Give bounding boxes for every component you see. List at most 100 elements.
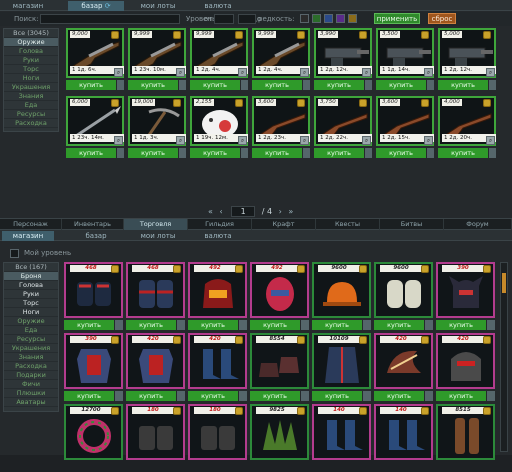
- nav-1[interactable]: Инвентарь: [62, 219, 124, 230]
- category-item[interactable]: Голова: [4, 47, 58, 56]
- magnifier-icon[interactable]: ⌕: [238, 136, 247, 145]
- item-image[interactable]: 10109: [312, 333, 371, 389]
- item-image[interactable]: 9,999 1 23ч. 10м. ⌕: [128, 28, 186, 78]
- magnifier-icon[interactable]: ⌕: [300, 136, 309, 145]
- nav-6[interactable]: Битвы: [380, 219, 444, 230]
- buy-options-button[interactable]: [489, 80, 496, 90]
- buy-button[interactable]: купить: [438, 148, 488, 158]
- item-image[interactable]: 180: [126, 404, 185, 460]
- buy-options-button[interactable]: [363, 320, 371, 330]
- buy-button[interactable]: купить: [314, 80, 364, 90]
- prev-page-icon[interactable]: ‹: [219, 207, 222, 216]
- item-image[interactable]: 390: [436, 262, 495, 318]
- search-input[interactable]: [40, 14, 180, 24]
- refresh-icon[interactable]: ⟳: [105, 2, 111, 10]
- buy-button[interactable]: купить: [66, 148, 116, 158]
- magnifier-icon[interactable]: ⌕: [362, 136, 371, 145]
- magnifier-icon[interactable]: ⌕: [424, 68, 433, 77]
- category-item[interactable]: Украшения: [4, 83, 58, 92]
- first-page-icon[interactable]: «: [208, 207, 213, 216]
- buy-options-button[interactable]: [425, 391, 433, 401]
- buy-options-button[interactable]: [117, 80, 124, 90]
- rarity-rare-swatch[interactable]: [324, 14, 333, 23]
- tab-bazaar[interactable]: базар ⟳: [68, 1, 124, 11]
- magnifier-icon[interactable]: ⌕: [114, 136, 123, 145]
- buy-options-button[interactable]: [487, 391, 495, 401]
- item-image[interactable]: 2,155 1 19ч. 12м. ⌕: [190, 96, 248, 146]
- buy-button[interactable]: купить: [64, 391, 114, 401]
- category-item[interactable]: Подарки: [4, 371, 58, 380]
- category-item[interactable]: Все (167): [4, 263, 58, 272]
- magnifier-icon[interactable]: ⌕: [300, 68, 309, 77]
- buy-button[interactable]: купить: [252, 148, 302, 158]
- level-from-input[interactable]: [214, 14, 234, 24]
- buy-button[interactable]: купить: [128, 148, 178, 158]
- category-item[interactable]: Броня: [4, 272, 58, 281]
- item-image[interactable]: 8554: [250, 333, 309, 389]
- category-item[interactable]: Ресурсы: [4, 110, 58, 119]
- buy-options-button[interactable]: [179, 80, 186, 90]
- item-image[interactable]: 3,500 1 1д. 14ч. ⌕: [376, 28, 434, 78]
- category-item[interactable]: Оружие: [4, 38, 58, 47]
- next-page-icon[interactable]: ›: [279, 207, 282, 216]
- category-item[interactable]: Торс: [4, 65, 58, 74]
- category-item[interactable]: Расходка: [4, 119, 58, 128]
- buy-button[interactable]: купить: [312, 391, 362, 401]
- rarity-legendary-swatch[interactable]: [348, 14, 357, 23]
- buy-options-button[interactable]: [241, 148, 248, 158]
- buy-options-button[interactable]: [179, 148, 186, 158]
- reset-button[interactable]: сброс: [428, 13, 456, 24]
- buy-options-button[interactable]: [363, 391, 371, 401]
- category-item[interactable]: Оружие: [4, 317, 58, 326]
- item-image[interactable]: 3,750 1 2д. 22ч. ⌕: [314, 96, 372, 146]
- item-image[interactable]: 420: [188, 333, 247, 389]
- buy-button[interactable]: купить: [190, 148, 240, 158]
- item-image[interactable]: 9825: [250, 404, 309, 460]
- item-image[interactable]: 9,999 1 2д. 4ч. ⌕: [190, 28, 248, 78]
- nav-2[interactable]: Торговля: [124, 219, 188, 230]
- category-item[interactable]: Расходка: [4, 362, 58, 371]
- category-item[interactable]: Аватары: [4, 398, 58, 407]
- category-item[interactable]: Плюшки: [4, 389, 58, 398]
- buy-options-button[interactable]: [177, 391, 185, 401]
- rarity-epic-swatch[interactable]: [336, 14, 345, 23]
- item-image[interactable]: 420: [436, 333, 495, 389]
- item-image[interactable]: 3,990 1 2д. 12ч. ⌕: [314, 28, 372, 78]
- category-item[interactable]: Еда: [4, 326, 58, 335]
- item-image[interactable]: 180: [188, 404, 247, 460]
- buy-button[interactable]: купить: [188, 391, 238, 401]
- category-item[interactable]: Украшения: [4, 344, 58, 353]
- buy-button[interactable]: купить: [312, 320, 362, 330]
- apply-button[interactable]: применить: [374, 13, 420, 24]
- item-image[interactable]: 140: [312, 404, 371, 460]
- buy-options-button[interactable]: [117, 148, 124, 158]
- buy-button[interactable]: купить: [376, 80, 426, 90]
- item-image[interactable]: 9600: [374, 262, 433, 318]
- nav-3[interactable]: Гильдия: [188, 219, 252, 230]
- buy-options-button[interactable]: [425, 320, 433, 330]
- item-image[interactable]: 3,600 1 2д. 15ч. ⌕: [376, 96, 434, 146]
- category-item[interactable]: Все (3045): [4, 29, 58, 38]
- item-image[interactable]: 5,000 1 2д. 12ч. ⌕: [438, 28, 496, 78]
- category-item[interactable]: Ноги: [4, 308, 58, 317]
- item-image[interactable]: 6,000 1 23ч. 14м. ⌕: [66, 96, 124, 146]
- item-image[interactable]: 140: [374, 404, 433, 460]
- buy-button[interactable]: купить: [250, 391, 300, 401]
- buy-button[interactable]: купить: [376, 148, 426, 158]
- item-image[interactable]: 420: [126, 333, 185, 389]
- buy-options-button[interactable]: [427, 80, 434, 90]
- category-item[interactable]: Торс: [4, 299, 58, 308]
- buy-options-button[interactable]: [177, 320, 185, 330]
- buy-button[interactable]: купить: [438, 80, 488, 90]
- buy-options-button[interactable]: [115, 391, 123, 401]
- tab-currency-2[interactable]: валюта: [192, 231, 244, 241]
- tab-currency[interactable]: валюта: [192, 1, 244, 11]
- buy-options-button[interactable]: [301, 320, 309, 330]
- item-image[interactable]: 492: [188, 262, 247, 318]
- item-image[interactable]: 420: [374, 333, 433, 389]
- item-image[interactable]: 9,999 1 2д. 4ч. ⌕: [252, 28, 310, 78]
- category-item[interactable]: Руки: [4, 290, 58, 299]
- tab-bazaar-2[interactable]: базар: [68, 231, 124, 241]
- buy-button[interactable]: купить: [126, 320, 176, 330]
- buy-options-button[interactable]: [427, 148, 434, 158]
